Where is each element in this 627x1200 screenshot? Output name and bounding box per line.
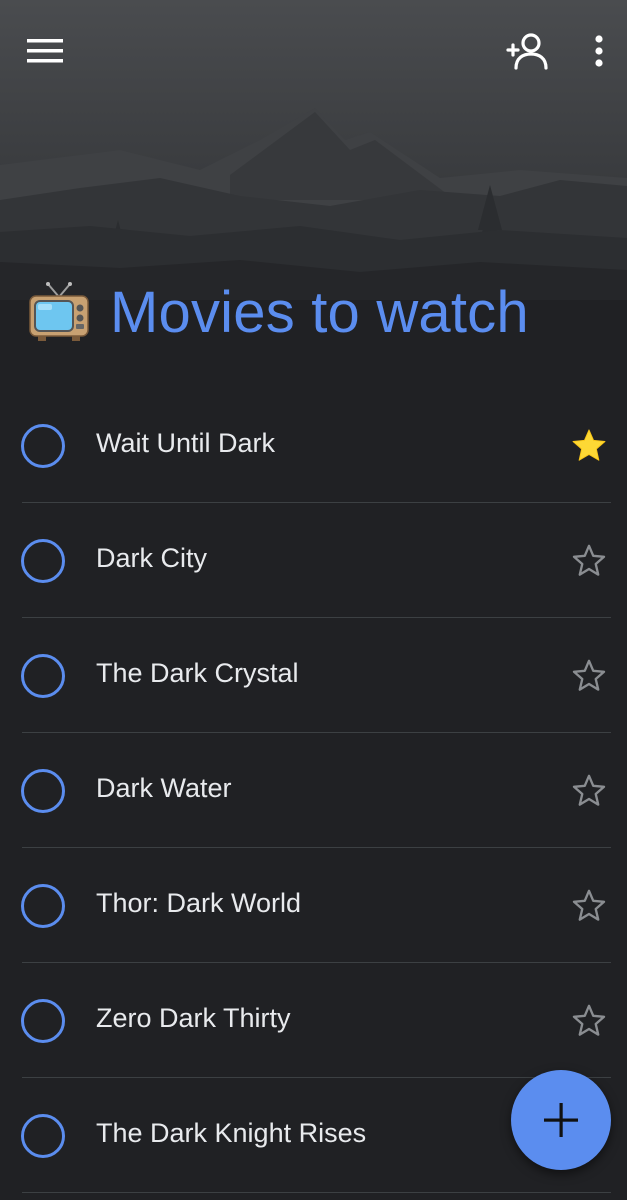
header-banner: Movies to watch: [0, 0, 627, 380]
star-outline-icon: [572, 1004, 606, 1036]
star-filled-icon: [572, 429, 606, 461]
task-row[interactable]: Dark City: [0, 503, 627, 618]
star-toggle-button[interactable]: [568, 655, 610, 697]
task-row[interactable]: Wait Until Dark: [0, 388, 627, 503]
task-list: Wait Until Dark Dark City The Dark Crystal…: [0, 388, 627, 1193]
hamburger-menu-icon: [27, 39, 63, 63]
task-title[interactable]: Dark Water: [96, 773, 232, 804]
list-title: Movies to watch: [110, 279, 529, 345]
app-screen: Movies to watch Wait Until Dark Dark City…: [0, 0, 627, 1200]
task-title[interactable]: Zero Dark Thirty: [96, 1003, 291, 1034]
task-title[interactable]: Thor: Dark World: [96, 888, 301, 919]
star-toggle-button[interactable]: [568, 425, 610, 467]
task-row[interactable]: Dark Water: [0, 733, 627, 848]
task-title[interactable]: Wait Until Dark: [96, 428, 275, 459]
plus-icon: [544, 1103, 578, 1137]
add-task-fab[interactable]: [511, 1070, 611, 1170]
star-outline-icon: [572, 544, 606, 576]
task-row[interactable]: Zero Dark Thirty: [0, 963, 627, 1078]
complete-task-checkbox[interactable]: [21, 1114, 65, 1158]
star-toggle-button[interactable]: [568, 1000, 610, 1042]
task-row[interactable]: Thor: Dark World: [0, 848, 627, 963]
list-title-row: Movies to watch: [28, 276, 529, 348]
star-toggle-button[interactable]: [568, 885, 610, 927]
menu-button[interactable]: [18, 26, 72, 76]
complete-task-checkbox[interactable]: [21, 884, 65, 928]
star-outline-icon: [572, 659, 606, 691]
complete-task-checkbox[interactable]: [21, 999, 65, 1043]
complete-task-checkbox[interactable]: [21, 424, 65, 468]
task-title[interactable]: The Dark Knight Rises: [96, 1118, 366, 1149]
share-list-button[interactable]: [500, 26, 554, 76]
complete-task-checkbox[interactable]: [21, 539, 65, 583]
app-bar: [0, 0, 627, 100]
row-divider: [22, 1192, 611, 1193]
star-outline-icon: [572, 774, 606, 806]
task-title[interactable]: The Dark Crystal: [96, 658, 299, 689]
add-person-icon: [506, 33, 548, 70]
more-vertical-icon: [595, 35, 603, 67]
complete-task-checkbox[interactable]: [21, 654, 65, 698]
more-options-button[interactable]: [576, 26, 622, 76]
star-outline-icon: [572, 889, 606, 921]
star-toggle-button[interactable]: [568, 540, 610, 582]
television-emoji-icon: [29, 282, 89, 341]
complete-task-checkbox[interactable]: [21, 769, 65, 813]
star-toggle-button[interactable]: [568, 770, 610, 812]
task-title[interactable]: Dark City: [96, 543, 207, 574]
task-row[interactable]: The Dark Crystal: [0, 618, 627, 733]
